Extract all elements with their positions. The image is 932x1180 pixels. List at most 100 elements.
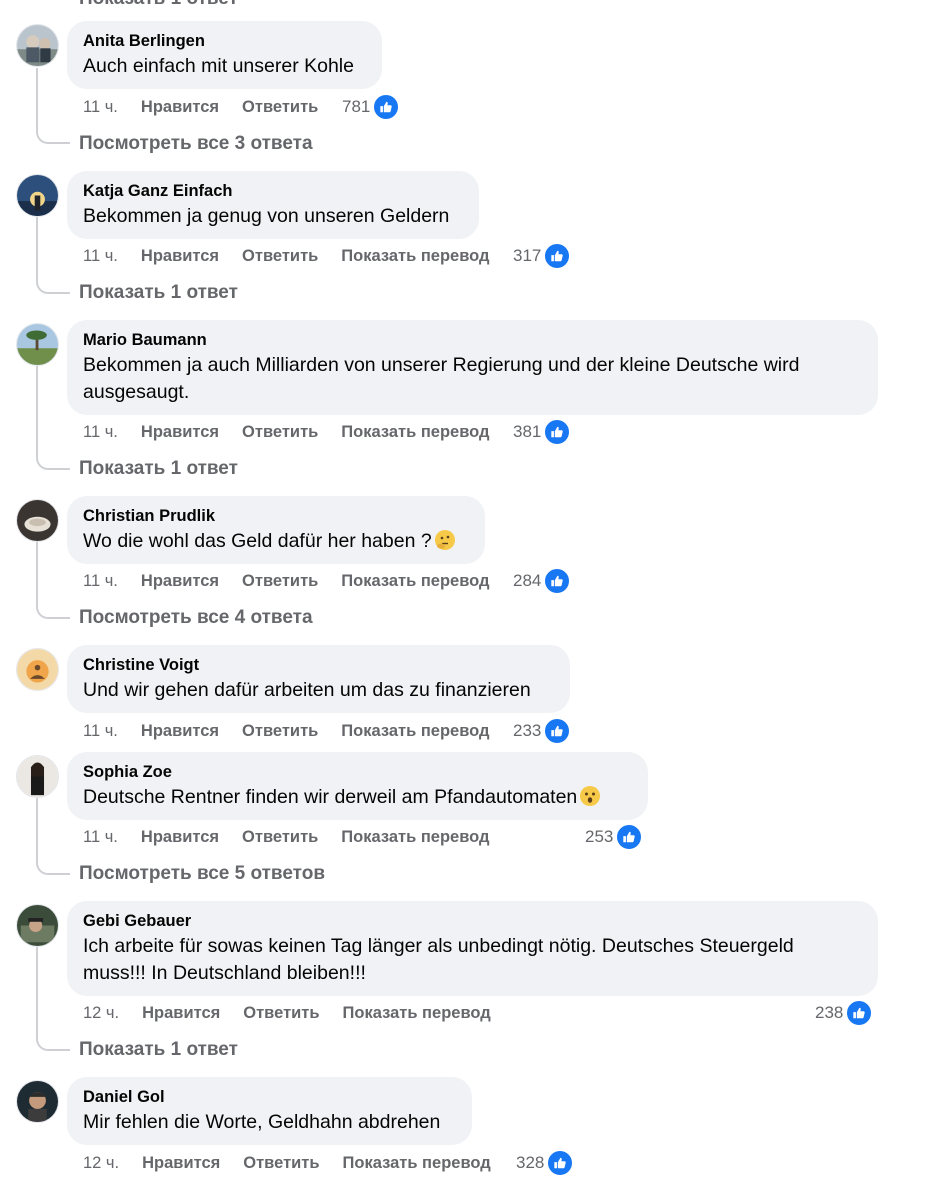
comment-author[interactable]: Sophia Zoe (83, 762, 632, 783)
comment-time[interactable]: 11 ч. (83, 423, 118, 442)
view-replies-link[interactable]: Показать 1 ответ (79, 1038, 238, 1062)
comment-text: Bekommen ja auch Milliarden von unserer … (83, 354, 800, 403)
like-count: 328 (516, 1153, 545, 1172)
avatar[interactable] (16, 24, 59, 67)
translate-button[interactable]: Показать перевод (341, 572, 489, 591)
comment-bubble: Daniel Gol Mir fehlen die Worte, Geldhah… (67, 1077, 472, 1145)
translate-button[interactable]: Показать перевод (341, 423, 489, 442)
comment-time[interactable]: 11 ч. (83, 247, 118, 266)
comment-actions: 11 ч. Нравится Ответить (83, 94, 318, 120)
comment-bubble: Christine Voigt Und wir gehen dafür arbe… (67, 645, 570, 713)
translate-button[interactable]: Показать перевод (343, 1004, 491, 1023)
comment-time[interactable]: 11 ч. (83, 572, 118, 591)
translate-button[interactable]: Показать перевод (341, 828, 489, 847)
comment-text: Mir fehlen die Worte, Geldhahn abdrehen (83, 1111, 441, 1133)
view-replies-link[interactable]: Посмотреть все 3 ответа (79, 132, 313, 156)
comment-time[interactable]: 11 ч. (83, 828, 118, 847)
avatar[interactable] (16, 755, 59, 798)
avatar[interactable] (16, 1080, 59, 1123)
translate-button[interactable]: Показать перевод (341, 247, 489, 266)
like-button[interactable]: Нравится (141, 572, 219, 591)
thumbs-up-icon (543, 242, 572, 270)
view-replies-link[interactable]: Показать 1 ответ (79, 457, 238, 481)
reply-button[interactable]: Ответить (242, 247, 318, 266)
comment-text-content: Wo die wohl das Geld dafür her haben ? (83, 530, 432, 552)
avatar[interactable] (16, 904, 59, 947)
like-button[interactable]: Нравится (141, 828, 219, 847)
thumbs-up-icon (845, 999, 874, 1027)
comment-bubble: Sophia Zoe Deutsche Rentner finden wir d… (67, 752, 648, 820)
comment-author[interactable]: Mario Baumann (83, 330, 862, 351)
like-count: 253 (585, 827, 614, 846)
comment-actions: 11 ч. Нравится Ответить Показать перевод (83, 824, 490, 850)
comment-time[interactable]: 12 ч. (83, 1004, 119, 1023)
thinking-face-emoji-icon (434, 530, 455, 550)
comment-time[interactable]: 11 ч. (83, 722, 118, 741)
reply-button[interactable]: Ответить (242, 423, 318, 442)
comment-text: Und wir gehen dafür arbeiten um das zu f… (83, 679, 531, 701)
comment-author[interactable]: Gebi Gebauer (83, 911, 862, 932)
view-replies-link[interactable]: Посмотреть все 5 ответов (79, 862, 325, 886)
comment-time[interactable]: 12 ч. (83, 1154, 119, 1173)
avatar[interactable] (16, 648, 59, 691)
comment-bubble: Katja Ganz Einfach Bekommen ja genug von… (67, 171, 479, 239)
like-button[interactable]: Нравится (141, 247, 219, 266)
comment-bubble: Gebi Gebauer Ich arbeite für sowas keine… (67, 901, 878, 996)
replies-link-cut-off[interactable]: Показать 1 ответ (79, 0, 238, 10)
reaction-summary[interactable]: 781 (342, 93, 401, 121)
avatar[interactable] (16, 323, 59, 366)
translate-button[interactable]: Показать перевод (341, 722, 489, 741)
avatar[interactable] (16, 174, 59, 217)
reply-button[interactable]: Ответить (243, 1154, 319, 1173)
comment-actions: 11 ч. Нравится Ответить Показать перевод (83, 419, 490, 445)
comment-bubble: Mario Baumann Bekommen ja auch Milliarde… (67, 320, 878, 415)
thumbs-up-icon (543, 418, 572, 446)
reaction-summary[interactable]: 253 (585, 823, 644, 851)
view-replies-link[interactable]: Показать 1 ответ (79, 281, 238, 305)
like-button[interactable]: Нравится (141, 722, 219, 741)
comment-text: Bekommen ja genug von unseren Geldern (83, 205, 450, 227)
like-count: 317 (513, 246, 542, 265)
comment-author[interactable]: Christian Prudlik (83, 506, 469, 527)
reaction-summary[interactable]: 238 (815, 999, 874, 1027)
translate-button[interactable]: Показать перевод (343, 1154, 491, 1173)
like-button[interactable]: Нравится (141, 98, 219, 117)
reaction-summary[interactable]: 381 (513, 418, 572, 446)
like-count: 781 (342, 97, 371, 116)
reply-button[interactable]: Ответить (242, 98, 318, 117)
thread-connector-line (36, 542, 70, 619)
like-button[interactable]: Нравится (141, 423, 219, 442)
reaction-summary[interactable]: 284 (513, 567, 572, 595)
avatar[interactable] (16, 499, 59, 542)
like-button[interactable]: Нравится (142, 1004, 220, 1023)
like-count: 381 (513, 422, 542, 441)
like-count: 284 (513, 571, 542, 590)
comment-actions: 11 ч. Нравится Ответить Показать перевод (83, 568, 490, 594)
comment-author[interactable]: Anita Berlingen (83, 31, 366, 52)
comment-bubble: Anita Berlingen Auch einfach mit unserer… (67, 21, 382, 89)
comment-actions: 11 ч. Нравится Ответить Показать перевод (83, 243, 490, 269)
like-button[interactable]: Нравится (142, 1154, 220, 1173)
comment-actions: 12 ч. Нравится Ответить Показать перевод (83, 1000, 491, 1026)
reply-button[interactable]: Ответить (243, 1004, 319, 1023)
view-replies-link[interactable]: Посмотреть все 4 ответа (79, 606, 313, 630)
thumbs-up-icon (372, 93, 401, 121)
comment-author[interactable]: Christine Voigt (83, 655, 554, 676)
reaction-summary[interactable]: 328 (516, 1149, 575, 1177)
reply-button[interactable]: Ответить (242, 828, 318, 847)
thumbs-up-icon (546, 1149, 575, 1177)
reply-button[interactable]: Ответить (242, 572, 318, 591)
comment-actions: 12 ч. Нравится Ответить Показать перевод (83, 1150, 491, 1176)
reply-button[interactable]: Ответить (242, 722, 318, 741)
thread-connector-line (36, 798, 70, 875)
reaction-summary[interactable]: 317 (513, 242, 572, 270)
comment-time[interactable]: 11 ч. (83, 98, 118, 117)
reaction-summary[interactable]: 233 (513, 717, 572, 745)
comment-author[interactable]: Katja Ganz Einfach (83, 181, 463, 202)
like-count: 238 (815, 1003, 844, 1022)
like-count: 233 (513, 721, 542, 740)
astonished-face-emoji-icon (580, 786, 601, 806)
thumbs-up-icon (615, 823, 644, 851)
thread-connector-line (36, 366, 70, 470)
comment-author[interactable]: Daniel Gol (83, 1087, 456, 1108)
